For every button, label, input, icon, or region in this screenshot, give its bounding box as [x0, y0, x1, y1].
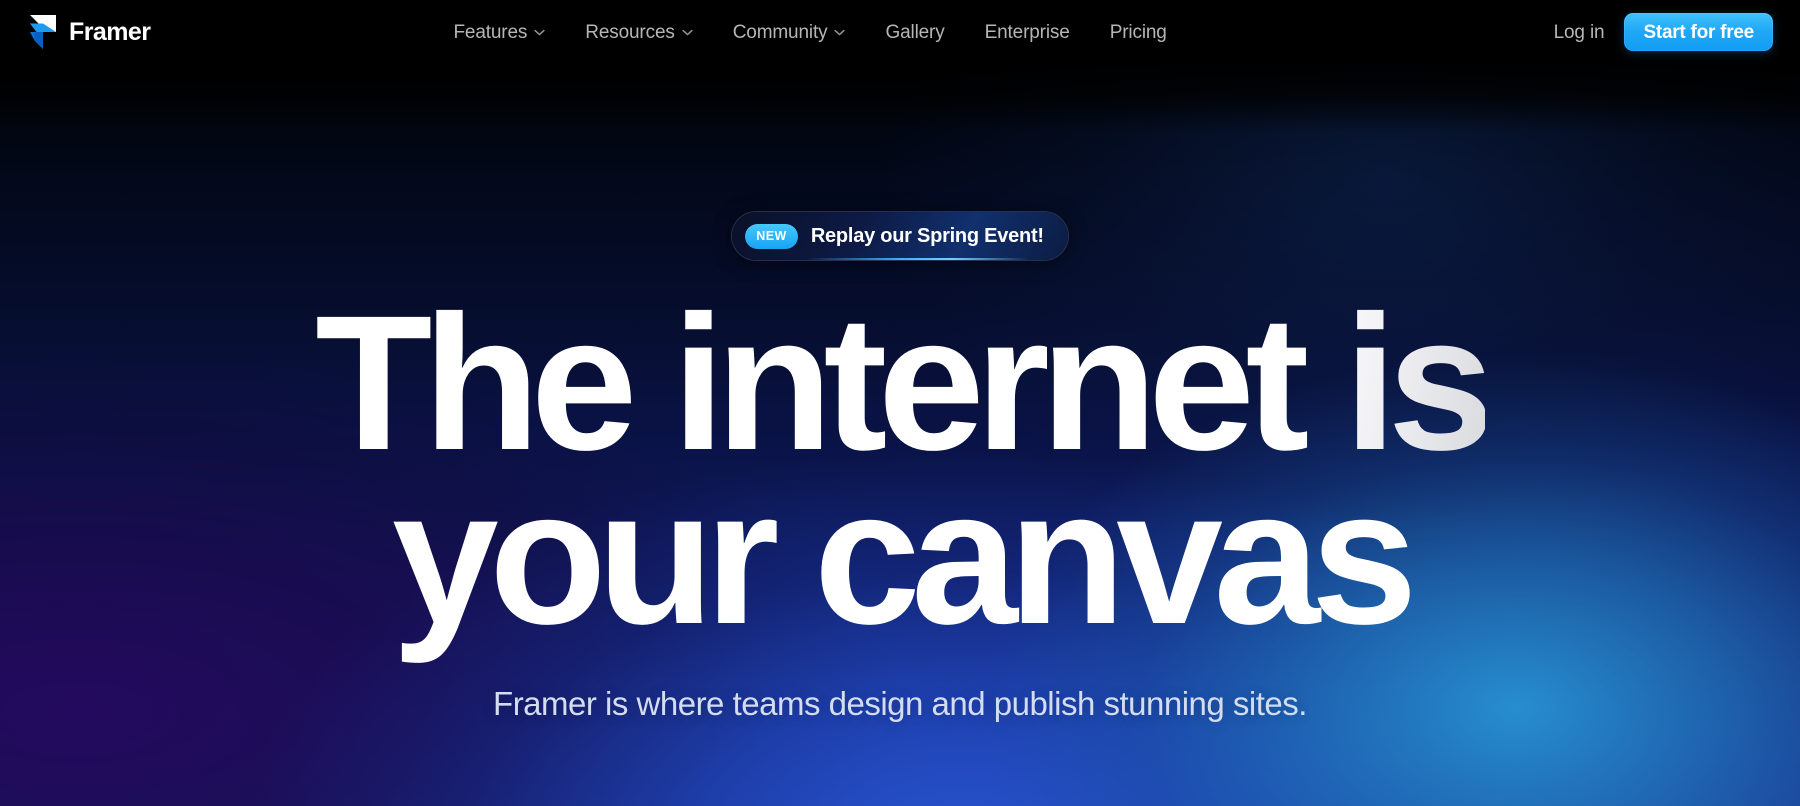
- nav-item-enterprise[interactable]: Enterprise: [965, 15, 1090, 50]
- new-badge: NEW: [745, 223, 798, 249]
- main-navigation: Framer Features Resources Community Gall…: [0, 0, 1800, 64]
- login-link[interactable]: Log in: [1554, 23, 1605, 42]
- framer-logo-icon: [30, 15, 56, 49]
- nav-item-label: Features: [453, 21, 528, 43]
- headline-line-2: your canvas: [391, 448, 1418, 664]
- nav-item-community[interactable]: Community: [713, 15, 866, 50]
- nav-item-features[interactable]: Features: [433, 15, 565, 50]
- headline-line-1: The internet is: [315, 287, 1494, 479]
- hero-subtitle: Framer is where teams design and publish…: [493, 684, 1307, 722]
- page-title: The internet is your canvas: [315, 287, 1494, 664]
- start-for-free-button[interactable]: Start for free: [1624, 13, 1773, 51]
- chevron-down-icon: [682, 29, 693, 35]
- nav-item-label: Gallery: [885, 21, 945, 43]
- hero-section: Framer Features Resources Community Gall…: [0, 0, 1800, 806]
- nav-item-resources[interactable]: Resources: [565, 15, 712, 50]
- nav-actions: Log in Start for free: [1554, 13, 1773, 51]
- nav-item-label: Pricing: [1109, 21, 1167, 43]
- nav-item-label: Community: [732, 21, 828, 43]
- announcement-text: Replay our Spring Event!: [810, 225, 1044, 247]
- chevron-down-icon: [834, 29, 846, 35]
- nav-item-label: Resources: [585, 21, 675, 43]
- brand-name: Framer: [69, 17, 151, 46]
- brand-logo-link[interactable]: Framer: [30, 15, 151, 49]
- nav-item-label: Enterprise: [984, 21, 1070, 43]
- nav-menu: Features Resources Community Gallery Ent…: [433, 15, 1186, 50]
- chevron-down-icon: [534, 29, 545, 35]
- announcement-banner[interactable]: NEW Replay our Spring Event!: [732, 212, 1068, 260]
- hero-content: NEW Replay our Spring Event! The interne…: [0, 0, 1800, 723]
- nav-item-gallery[interactable]: Gallery: [865, 15, 964, 50]
- nav-item-pricing[interactable]: Pricing: [1090, 15, 1187, 50]
